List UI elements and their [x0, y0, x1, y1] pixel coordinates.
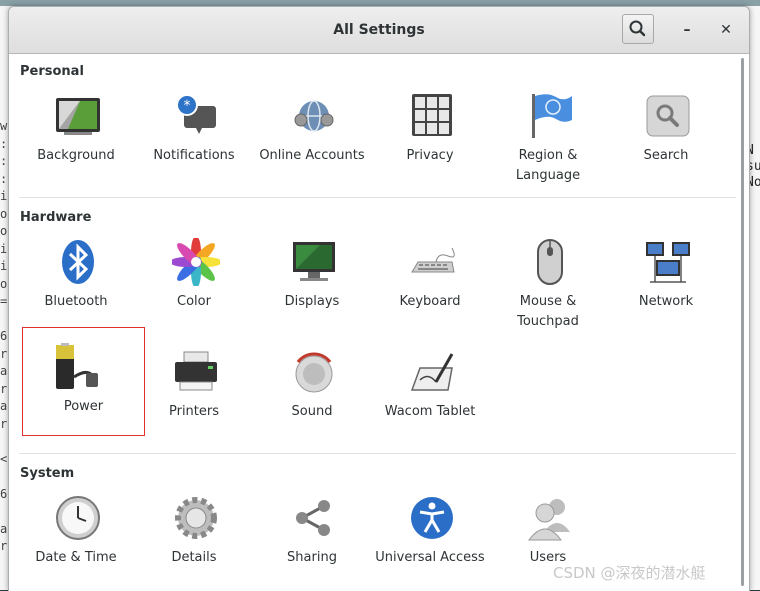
settings-item-label: Printers [168, 404, 220, 419]
settings-item-date-time[interactable]: Date & Time [17, 494, 135, 591]
displays-icon [293, 242, 335, 281]
clock-icon [56, 496, 100, 540]
settings-item-label: Details [171, 550, 217, 565]
settings-window: All Settings – ✕ Personal Background * N… [8, 6, 750, 591]
search-icon [629, 20, 646, 37]
settings-item-label: Network [638, 294, 694, 309]
wacom-tablet-icon [410, 353, 454, 391]
settings-item-label: Displays [284, 294, 340, 309]
section-divider [19, 453, 736, 454]
settings-item-keyboard[interactable]: Keyboard [371, 238, 489, 338]
section-title-hardware: Hardware [20, 210, 92, 225]
settings-item-label: Sharing [287, 550, 337, 565]
settings-item-universal-access[interactable]: Universal Access [371, 494, 489, 591]
settings-item-label: Bluetooth [44, 294, 108, 309]
watermark: CSDN @深夜的潜水艇 [553, 564, 706, 582]
settings-item-wacom-tablet[interactable]: Wacom Tablet [371, 348, 489, 448]
settings-item-label: Universal Access [375, 550, 485, 565]
notifications-icon: * [176, 94, 216, 134]
settings-item-label: Date & Time [35, 550, 117, 565]
minimize-button[interactable]: – [676, 19, 698, 41]
share-icon [296, 500, 330, 536]
settings-item-label: Region & Language [515, 148, 581, 183]
keyboard-icon [411, 247, 455, 273]
settings-item-label: Power [63, 399, 104, 414]
settings-item-background[interactable]: Background [17, 92, 135, 192]
settings-item-label: Notifications [153, 148, 235, 163]
svg-text:*: * [184, 98, 191, 114]
search-icon [646, 95, 690, 137]
scrollbar[interactable] [741, 58, 744, 586]
bluetooth-icon [62, 240, 94, 284]
settings-content: Personal Background * Notifications Onli… [9, 54, 749, 591]
settings-item-search[interactable]: Search [607, 92, 725, 192]
users-icon [528, 499, 570, 541]
section-divider [19, 197, 736, 198]
online-accounts-icon [294, 100, 334, 132]
section-title-personal: Personal [20, 64, 84, 79]
power-icon [56, 343, 98, 389]
settings-item-mouse-touchpad[interactable]: Mouse & Touchpad [489, 238, 607, 338]
settings-item-sound[interactable]: Sound [253, 348, 371, 448]
settings-item-label: Color [177, 294, 211, 309]
settings-item-network[interactable]: Network [607, 238, 725, 338]
settings-item-power[interactable]: Power [22, 327, 145, 436]
settings-item-displays[interactable]: Displays [253, 238, 371, 338]
settings-item-label: Online Accounts [259, 148, 365, 163]
printer-icon [175, 351, 217, 391]
settings-item-label: Wacom Tablet [384, 404, 476, 419]
network-icon [646, 242, 690, 283]
settings-item-label: Keyboard [399, 294, 461, 309]
mouse-icon [537, 239, 563, 285]
privacy-icon [412, 94, 452, 136]
header-bar: All Settings – ✕ [9, 7, 749, 54]
settings-item-online-accounts[interactable]: Online Accounts [253, 92, 371, 192]
settings-item-details[interactable]: Details [135, 494, 253, 591]
settings-item-region-language[interactable]: Region & Language [489, 92, 607, 192]
gear-icon [175, 497, 217, 539]
settings-item-sharing[interactable]: Sharing [253, 494, 371, 591]
background-icon [56, 98, 100, 135]
section-title-system: System [20, 466, 75, 481]
settings-item-label: Search [643, 148, 689, 163]
settings-item-label: Privacy [406, 148, 454, 163]
color-icon [172, 238, 220, 286]
settings-item-privacy[interactable]: Privacy [371, 92, 489, 192]
settings-item-label: Sound [291, 404, 333, 419]
settings-item-printers[interactable]: Printers [135, 348, 253, 448]
settings-item-bluetooth[interactable]: Bluetooth [17, 238, 135, 338]
close-button[interactable]: ✕ [715, 19, 737, 41]
settings-item-label: Mouse & Touchpad [517, 294, 579, 329]
settings-item-label: Background [37, 148, 115, 163]
accessibility-icon [411, 497, 453, 539]
settings-item-color[interactable]: Color [135, 238, 253, 338]
settings-item-notifications[interactable]: * Notifications [135, 92, 253, 192]
region-language-icon [532, 94, 572, 138]
sound-icon [295, 352, 333, 393]
search-button[interactable] [622, 14, 654, 44]
